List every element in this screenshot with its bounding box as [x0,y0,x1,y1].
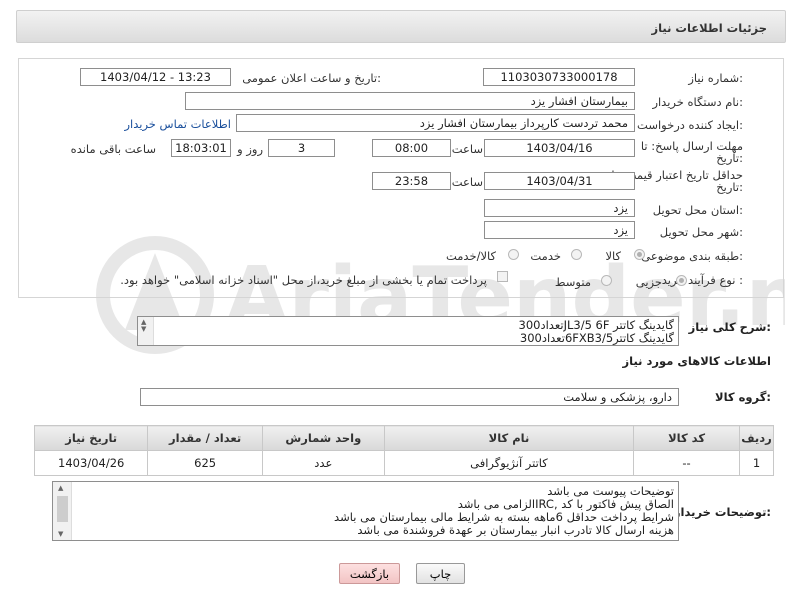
need-number-label: شماره نیاز: [688,71,743,85]
scroll-down-icon[interactable]: ▼ [141,325,146,333]
days-label: روز و [237,142,263,156]
buyer-notes-line-4: هزینه ارسال کالا تادرب انبار بیمارستان ب… [357,523,674,537]
price-validity-label-date: تاریخ: [716,180,743,194]
reply-deadline-label-date: تاریخ: [716,151,743,165]
buyer-org-label: نام دستگاه خریدار: [652,95,743,109]
process-minor-radio[interactable] [676,275,687,286]
cell-date: 1403/04/26 [33,450,149,476]
process-minor-label: جزیی [635,275,662,289]
reply-date-field[interactable]: 1403/04/16 [484,139,635,157]
table-row: 1 -- کاتتر آنژیوگرافی عدد 625 1403/04/26 [33,450,775,476]
price-validity-date-field[interactable]: 1403/04/31 [484,172,635,190]
goods-section-title: اطلاعات کالاهای مورد نیاز [622,354,771,368]
category-label: طبقه بندی موضوعی: [641,249,743,263]
reply-time-label: ساعت [451,142,483,156]
description-line-2: گایدینگ کاتتر6FXB3/5تعداد300 [519,331,674,345]
col-code: کد کالا [633,425,740,451]
cell-name: کاتتر آنژیوگرافی [383,450,635,476]
buyer-org-field[interactable]: بیمارستان افشار یزد [185,92,635,110]
col-qty: تعداد / مقدار [147,425,263,451]
goods-table-header: ردیف کد کالا نام کالا واحد شمارش تعداد /… [33,425,775,451]
process-medium-radio[interactable] [601,275,612,286]
reply-time-field[interactable]: 08:00 [372,139,451,157]
notes-scroll-thumb[interactable] [57,496,68,522]
cell-unit: عدد [261,450,385,476]
goods-group-field[interactable]: دارو، پزشکی و سلامت [140,388,679,406]
remaining-time-label: ساعت باقی مانده [70,142,156,156]
col-date: تاریخ نیاز [33,425,149,451]
cell-row: 1 [738,450,775,476]
description-textarea[interactable]: گایدینگ کاتتر JL3/5 6Fتعداد300 گایدینگ ک… [137,316,679,346]
price-validity-time-field[interactable]: 23:58 [372,172,451,190]
category-service-label: خدمت [530,249,561,263]
buyer-notes-scrollbar[interactable]: ▲ ▼ [53,482,72,540]
col-unit: واحد شمارش [261,425,385,451]
page-header: جزئیات اطلاعات نیاز [16,10,786,43]
treasury-payment-note: پرداخت تمام یا بخشی از مبلغ خرید،از محل … [120,273,487,287]
announce-datetime-field[interactable]: 1403/04/12 - 13:23 [80,68,231,86]
category-goods-service-radio[interactable] [508,249,519,260]
delivery-city-field[interactable]: یزد [484,221,635,239]
goods-table: ردیف کد کالا نام کالا واحد شمارش تعداد /… [33,425,775,476]
category-service-radio[interactable] [571,249,582,260]
remaining-time-field[interactable]: 18:03:01 [171,139,231,157]
description-scrollbar[interactable]: ▲ ▼ [138,317,154,345]
notes-scroll-up-icon[interactable]: ▲ [58,484,63,492]
delivery-city-label: شهر محل تحویل: [659,225,743,239]
category-goods-label: کالا [605,249,621,263]
col-row: ردیف [738,425,775,451]
buyer-notes-textarea[interactable]: توضیحات پیوست می باشد الصاق پیش فاکتور ب… [52,481,679,541]
notes-scroll-down-icon[interactable]: ▼ [58,530,63,538]
process-medium-label: متوسط [554,275,591,289]
buyer-notes-label: توضیحات خریدار: [673,505,771,519]
description-label: شرح کلی نیاز: [688,320,771,334]
need-number-field[interactable]: 1103030733000178 [483,68,635,86]
cell-code: -- [633,450,740,476]
cell-qty: 625 [147,450,263,476]
goods-group-label: گروه کالا: [715,390,771,404]
print-button[interactable]: چاپ [416,563,465,584]
price-validity-time-label: ساعت [451,175,483,189]
category-goods-service-label: کالا/خدمت [445,249,496,263]
request-creator-label: ایجاد کننده درخواست: [637,118,743,132]
treasury-payment-checkbox[interactable] [497,271,508,282]
page-title: جزئیات اطلاعات نیاز [651,21,767,35]
delivery-province-field[interactable]: یزد [484,199,635,217]
buyer-contact-link[interactable]: اطلاعات تماس خریدار [124,117,231,131]
remaining-days-field[interactable]: 3 [268,139,335,157]
announce-datetime-label: تاریخ و ساعت اعلان عمومی: [242,71,381,85]
purchase-process-label: نوع فرآیند خرید : [661,273,743,287]
category-goods-radio[interactable] [634,249,645,260]
col-name: نام کالا [383,425,635,451]
delivery-province-label: استان محل تحویل: [652,203,743,217]
request-creator-field[interactable]: محمد تردست کارپرداز بیمارستان افشار یزد [236,114,635,132]
back-button[interactable]: بازگشت [339,563,400,584]
